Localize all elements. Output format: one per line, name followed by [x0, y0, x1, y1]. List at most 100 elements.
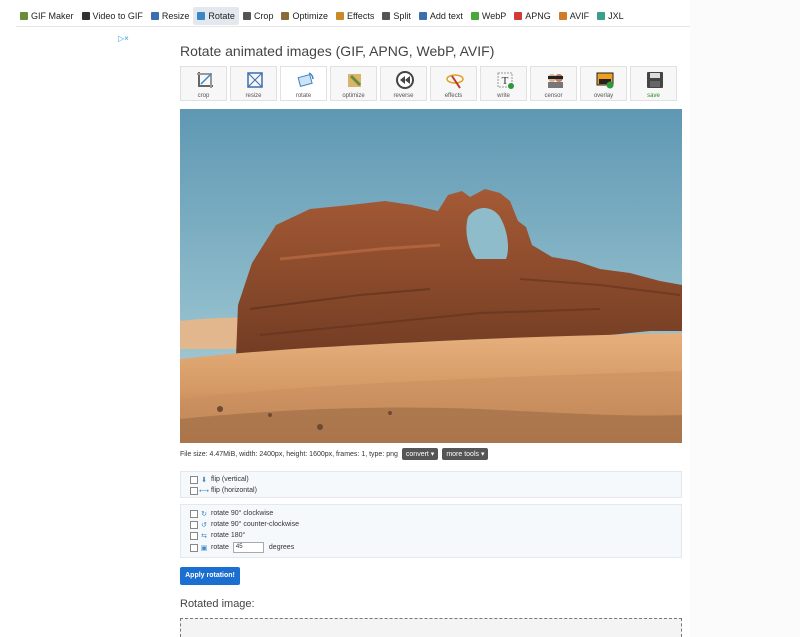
tool-reverse-button[interactable]: reverse	[380, 66, 427, 101]
resize-tool-icon	[247, 72, 263, 88]
rotate-180-checkbox[interactable]	[190, 531, 198, 540]
tool-label: save	[647, 93, 660, 99]
tool-resize-button[interactable]: resize	[230, 66, 277, 101]
nav-item-crop[interactable]: Crop	[239, 7, 278, 25]
rotate-cw-checkbox[interactable]	[190, 509, 198, 518]
gif-maker-icon	[20, 12, 28, 20]
nav-item-label: Resize	[161, 11, 190, 21]
flip-horizontal-option[interactable]: ⟷ flip (horizontal)	[181, 485, 681, 496]
tool-label: censor	[544, 93, 563, 99]
nav-item-add-text[interactable]: Add text	[415, 7, 467, 25]
tool-optimize-button[interactable]: optimize	[330, 66, 377, 101]
svg-text:T: T	[502, 75, 509, 87]
tool-label: rotate	[295, 93, 312, 99]
nav-item-label: Crop	[253, 11, 274, 21]
file-info: File size: 4.47MiB, width: 2400px, heigh…	[180, 448, 489, 460]
avif-icon	[558, 12, 567, 20]
degrees-input[interactable]: 45	[232, 542, 264, 553]
page-title: Rotate animated images (GIF, APNG, WebP,…	[180, 43, 495, 59]
nav-item-label: Rotate	[208, 11, 235, 21]
nav-item-effects[interactable]: Effects	[332, 7, 378, 25]
nav-item-apng[interactable]: APNG	[510, 7, 555, 25]
rotate-ccw-checkbox[interactable]	[190, 520, 198, 529]
crop-icon	[242, 12, 251, 20]
image-preview	[180, 109, 682, 443]
reverse-tool-icon	[396, 71, 414, 89]
tool-effects-button[interactable]: effects	[430, 66, 477, 101]
save-tool-icon	[647, 72, 663, 88]
rotate-options-panel: ↻ rotate 90° clockwise ↺ rotate 90° coun…	[180, 504, 682, 558]
nav-item-label: AVIF	[569, 11, 590, 21]
censor-tool-icon	[548, 74, 563, 88]
crop-tool-icon	[197, 72, 213, 88]
tool-save-button[interactable]: save	[630, 66, 677, 101]
tool-label: reverse	[393, 93, 414, 99]
tool-label: resize	[245, 93, 262, 99]
rotate-ccw-icon: ↺	[201, 521, 207, 529]
nav-item-label: APNG	[525, 11, 551, 21]
rotate-icon	[197, 12, 206, 20]
effects-icon	[335, 12, 344, 20]
convert-dropdown-button[interactable]: convert ▾	[401, 448, 439, 460]
tool-write-button[interactable]: Twrite	[480, 66, 527, 101]
rotate-ccw-label: rotate 90° counter-clockwise	[211, 521, 300, 528]
rotate-custom-option[interactable]: ▣ rotate 45 degrees	[181, 541, 681, 554]
flip-horizontal-label: flip (horizontal)	[211, 487, 257, 494]
split-icon	[382, 12, 391, 20]
apng-icon	[514, 12, 523, 20]
nav-item-avif[interactable]: AVIF	[555, 7, 593, 25]
rotate-ccw-option[interactable]: ↺ rotate 90° counter-clockwise	[181, 519, 681, 530]
jxl-icon	[597, 12, 606, 20]
flip-vertical-option[interactable]: ⬇ flip (vertical)	[181, 474, 681, 485]
nav-item-label: GIF Maker	[31, 11, 74, 21]
rotate-custom-icon: ▣	[200, 544, 208, 552]
flip-vertical-label: flip (vertical)	[211, 476, 249, 483]
text-icon	[418, 12, 427, 20]
nav-item-label: Optimize	[292, 11, 328, 21]
rotate-180-icon: ⇆	[201, 532, 207, 540]
degrees-unit-label: degrees	[268, 544, 295, 551]
nav-item-label: Video to GIF	[92, 11, 143, 21]
top-navigation: GIF Maker Video to GIF Resize Rotate Crop Opt…	[16, 6, 690, 27]
rotate-180-option[interactable]: ⇆ rotate 180°	[181, 530, 681, 541]
nav-item-webp[interactable]: WebP	[467, 7, 510, 25]
tool-rotate-button[interactable]: rotate	[280, 66, 327, 101]
nav-item-rotate[interactable]: Rotate	[193, 7, 239, 25]
right-gutter	[690, 0, 800, 637]
flip-options-panel: ⬇ flip (vertical) ⟷ flip (horizontal)	[180, 471, 682, 498]
arrow-left-right-icon: ⟷	[198, 487, 210, 495]
more-tools-dropdown-button[interactable]: more tools ▾	[442, 448, 489, 460]
tool-censor-button[interactable]: censor	[530, 66, 577, 101]
flip-vertical-checkbox[interactable]	[190, 475, 198, 484]
desert-arch-photo	[180, 109, 682, 443]
tool-overlay-button[interactable]: overlay	[580, 66, 627, 101]
tool-crop-button[interactable]: crop	[180, 66, 227, 101]
rotate-custom-checkbox[interactable]	[190, 543, 198, 552]
nav-item-gif-maker[interactable]: GIF Maker	[16, 7, 78, 25]
tool-label: effects	[444, 93, 463, 99]
apply-rotation-button[interactable]: Apply rotation!	[180, 567, 240, 585]
flip-horizontal-checkbox[interactable]	[190, 486, 198, 495]
nav-item-label: JXL	[608, 11, 624, 21]
rotate-custom-label: rotate	[211, 544, 229, 551]
nav-item-label: Add text	[429, 11, 463, 21]
rotated-image-title: Rotated image:	[180, 598, 255, 610]
rotate-cw-label: rotate 90° clockwise	[211, 510, 274, 517]
effects-tool-icon	[446, 74, 464, 89]
nav-item-label: Split	[393, 11, 411, 21]
nav-item-optimize[interactable]: Optimize	[277, 7, 332, 25]
tool-label: optimize	[342, 93, 365, 99]
video-icon	[81, 12, 90, 20]
webp-icon	[470, 12, 479, 20]
ad-choices-icon[interactable]: ▷×	[118, 34, 129, 43]
nav-item-jxl[interactable]: JXL	[593, 7, 628, 25]
arrow-down-icon: ⬇	[201, 476, 207, 484]
nav-item-resize[interactable]: Resize	[147, 7, 194, 25]
optimize-icon	[281, 12, 290, 20]
tool-toolbar: crop resize rotate optimize reverse effects Tw…	[180, 66, 682, 103]
rotated-image-placeholder	[180, 618, 682, 637]
nav-item-video-to-gif[interactable]: Video to GIF	[78, 7, 147, 25]
nav-item-split[interactable]: Split	[378, 7, 415, 25]
overlay-tool-icon	[596, 72, 614, 89]
rotate-cw-option[interactable]: ↻ rotate 90° clockwise	[181, 508, 681, 519]
